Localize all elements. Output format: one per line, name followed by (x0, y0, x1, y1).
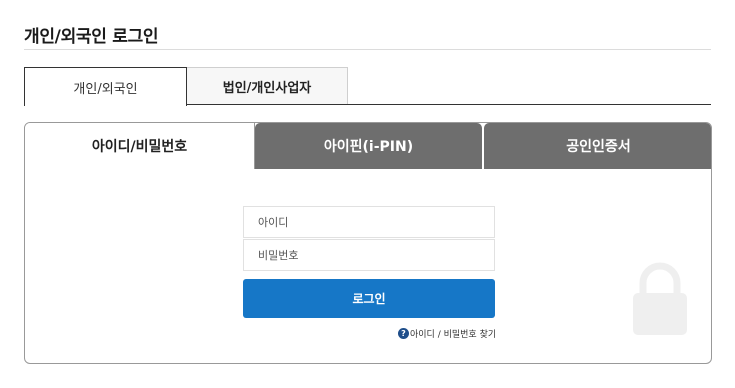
find-id-password-link[interactable]: ? 아이디 / 비밀번호 찾기 (398, 327, 496, 340)
tab-corporate-business[interactable]: 법인/개인사업자 (187, 67, 348, 105)
login-button[interactable]: 로그인 (243, 279, 495, 318)
title-divider (24, 49, 711, 50)
login-panel: 아이디/비밀번호 아이핀(i-PIN) 공인인증서 로그인 ? 아이디 / 비밀… (24, 122, 712, 364)
find-link-label: 아이디 / 비밀번호 찾기 (410, 330, 497, 340)
tab-certificate[interactable]: 공인인증서 (484, 123, 711, 169)
id-input[interactable] (243, 206, 495, 238)
page-title: 개인/외국인 로그인 (24, 27, 159, 47)
tab-ipin[interactable]: 아이핀(i-PIN) (255, 123, 482, 169)
lock-icon (625, 259, 695, 343)
tab-individual-foreigner[interactable]: 개인/외국인 (24, 67, 187, 106)
member-tabs-baseline (186, 104, 711, 105)
tab-id-password[interactable]: 아이디/비밀번호 (25, 123, 254, 169)
password-input[interactable] (243, 239, 495, 271)
help-icon: ? (398, 328, 409, 339)
